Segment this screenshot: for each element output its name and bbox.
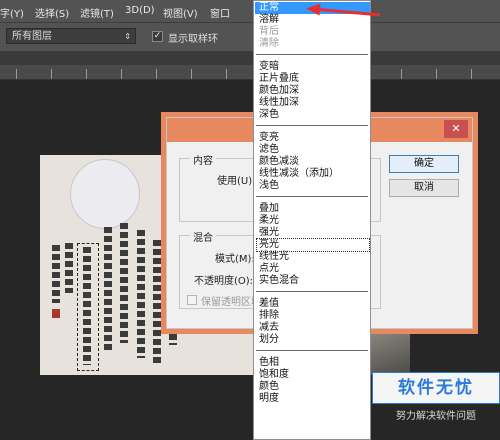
ruler-tick [471,69,472,79]
calligraphy-column [153,240,161,366]
layers-select[interactable]: 所有图层 ⇕ [6,28,136,44]
dropdown-separator [256,350,368,351]
ok-button[interactable]: 确定 [389,155,459,173]
ruler-tick [51,69,52,79]
menu-3d[interactable]: 3D(D) [125,5,155,16]
blend-mode-option[interactable]: 点光 [257,263,369,275]
blend-group-title: 混合 [190,229,216,244]
blend-mode-option[interactable]: 线性减淡（添加） [257,168,369,180]
blend-mode-option[interactable]: 滤色 [257,144,369,156]
menubar: 字(Y) 选择(S) 滤镜(T) 3D(D) 视图(V) 窗口 [0,0,500,22]
annotation-arrow-head-icon [305,2,321,16]
blend-mode-option[interactable]: 溶解 [257,14,369,26]
menu-type[interactable]: 字(Y) [0,5,24,20]
calligraphy-column [83,247,91,365]
calligraphy-column [65,243,73,293]
blend-mode-option[interactable]: 背后 [257,26,369,38]
dropdown-separator [256,291,368,292]
use-label: 使用(U): [217,176,256,187]
blend-mode-option[interactable]: 深色 [257,109,369,121]
watermark-logo: 软件无忧 [372,372,500,404]
document-tab-strip [0,51,500,65]
ruler-tick [156,69,157,79]
dropdown-separator [256,196,368,197]
ruler-tick [401,69,402,79]
updown-chevron-icon: ⇕ [124,32,131,41]
blend-mode-option[interactable]: 线性光 [257,251,369,263]
ruler-tick [191,69,192,79]
blend-mode-option[interactable]: 变暗 [257,61,369,73]
ruler-tick [16,69,17,79]
dropdown-separator [256,125,368,126]
ruler-tick [436,69,437,79]
blend-mode-option[interactable]: 柔光 [257,215,369,227]
blend-mode-option[interactable]: 色相 [257,357,369,369]
blend-mode-option[interactable]: 明度 [257,393,369,405]
calligraphy-column [52,245,60,303]
preserve-transparency-label: 保留透明区域 [201,297,261,308]
blend-mode-option[interactable]: 变亮 [257,132,369,144]
blend-mode-dropdown: 正常 溶解 背后 清除 变暗 正片叠底 颜色加深 线性加深 深色 变亮 滤色 颜色减淡 线性减淡（添加）… [253,0,371,440]
red-seal [52,309,60,318]
menu-view[interactable]: 视图(V) [163,5,198,20]
blend-mode-option[interactable]: 饱和度 [257,369,369,381]
blend-mode-option[interactable]: 颜色加深 [257,85,369,97]
blend-mode-option[interactable]: 正片叠底 [257,73,369,85]
blend-mode-option[interactable]: 减去 [257,322,369,334]
show-ring-checkbox[interactable]: ✓ [152,31,163,42]
calligraphy-column [120,223,128,343]
calligraphy-column [137,230,145,358]
cancel-button[interactable]: 取消 [389,179,459,197]
blend-mode-option[interactable]: 划分 [257,334,369,346]
blend-mode-option[interactable]: 清除 [257,38,369,50]
preserve-transparency-checkbox[interactable] [187,295,197,305]
blend-mode-option[interactable]: 颜色 [257,381,369,393]
mode-label: 模式(M): [215,254,255,265]
dropdown-separator [256,54,368,55]
options-bar: 所有图层 ⇕ ✓ 显示取样环 [0,22,500,52]
menu-filter[interactable]: 滤镜(T) [80,5,114,20]
watermark: 软件无忧 努力解决软件问题 [372,372,500,440]
blend-mode-option[interactable]: 颜色减淡 [257,156,369,168]
layers-select-value: 所有图层 [12,31,52,42]
blend-mode-option[interactable]: 叠加 [257,203,369,215]
content-group-title: 内容 [190,152,216,167]
show-ring-label: 显示取样环 [168,34,218,45]
menu-window[interactable]: 窗口 [210,5,230,20]
blend-mode-option[interactable]: 实色混合 [257,275,369,287]
horizontal-ruler [0,65,500,80]
menu-select[interactable]: 选择(S) [35,5,69,20]
ruler-tick [86,69,87,79]
blend-mode-option[interactable]: 强光 [257,227,369,239]
blend-mode-option[interactable]: 排除 [257,310,369,322]
calligraphy-column [104,227,112,351]
blend-mode-option[interactable]: 浅色 [257,180,369,192]
ruler-tick [226,69,227,79]
opacity-label: 不透明度(O): [194,276,254,287]
blend-mode-option[interactable]: 亮光 [256,238,370,252]
watermark-subtitle: 努力解决软件问题 [396,411,476,422]
close-icon[interactable]: ✕ [444,120,468,138]
moon-image [70,159,140,229]
blend-mode-option[interactable]: 线性加深 [257,97,369,109]
blend-mode-option[interactable]: 差值 [257,298,369,310]
ruler-tick [121,69,122,79]
